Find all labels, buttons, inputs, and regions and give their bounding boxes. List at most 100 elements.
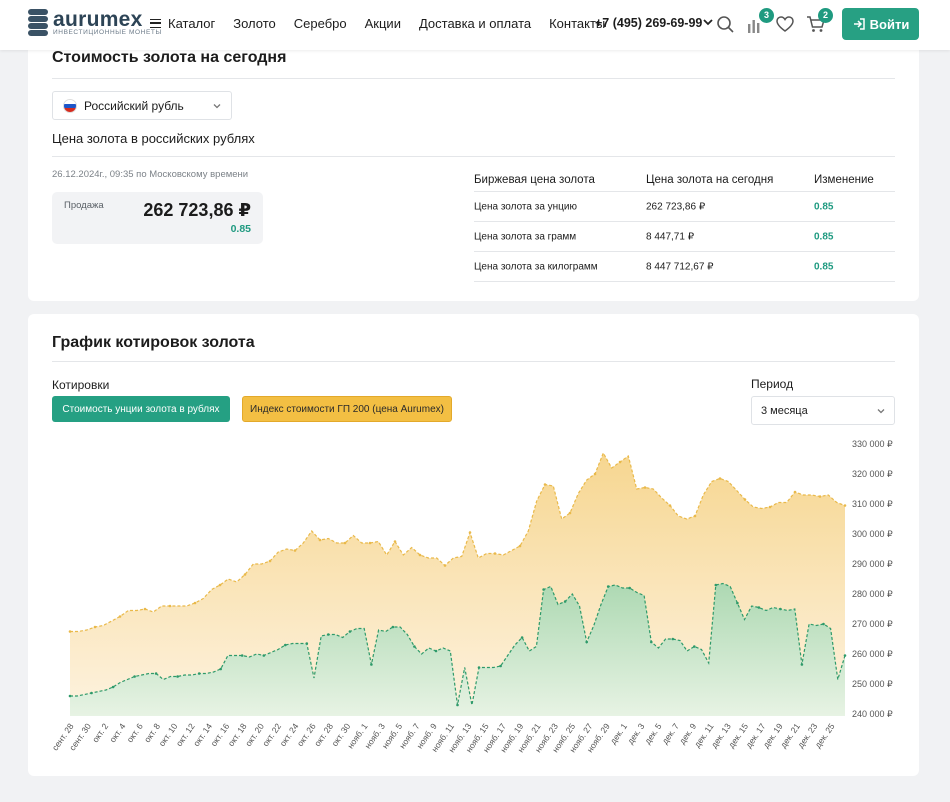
- data-point: [593, 472, 597, 476]
- data-point: [793, 490, 797, 494]
- data-point: [668, 504, 672, 507]
- y-tick-label: 320 000 ₽: [852, 469, 893, 479]
- x-tick-label: дек. 7: [660, 721, 681, 746]
- y-tick-label: 300 000 ₽: [852, 529, 893, 539]
- data-point: [477, 666, 481, 669]
- chevron-down-icon[interactable]: [701, 15, 715, 29]
- sell-change: 0.85: [230, 223, 251, 235]
- compare-count-badge: 3: [759, 8, 774, 23]
- data-point: [193, 601, 197, 605]
- data-point: [418, 553, 422, 557]
- header-exchange-price: Биржевая цена золота: [474, 173, 595, 186]
- x-tick-label: окт. 4: [107, 721, 127, 744]
- data-point: [68, 694, 72, 698]
- data-point: [518, 544, 522, 548]
- data-point: [90, 691, 93, 695]
- data-point: [443, 564, 447, 567]
- russia-flag-icon: [63, 98, 77, 113]
- table-row: Цена золота за килограмм 8 447 712,67 ₽ …: [474, 252, 895, 282]
- data-point: [757, 606, 761, 609]
- data-point: [111, 685, 115, 689]
- gold-price-chart[interactable]: 330 000 ₽ 320 000 ₽ 310 000 ₽ 300 000 ₽ 290 …: [28, 314, 919, 776]
- data-point: [154, 672, 158, 675]
- data-point: [391, 625, 395, 629]
- data-point: [618, 460, 622, 464]
- y-tick-label: 260 000 ₽: [852, 649, 893, 659]
- y-tick-label: 240 000 ₽: [852, 709, 893, 719]
- data-point: [93, 625, 97, 629]
- data-point: [800, 663, 804, 666]
- data-point: [284, 643, 287, 647]
- data-point: [468, 531, 472, 534]
- data-point: [568, 511, 572, 515]
- data-point: [693, 514, 697, 518]
- data-point: [368, 541, 372, 545]
- y-tick-label: 310 000 ₽: [852, 499, 893, 509]
- data-point: [327, 633, 330, 636]
- table-row: Цена золота за унцию 262 723,86 ₽ 0.85: [474, 192, 895, 222]
- logo[interactable]: aurumex ИНВЕСТИЦИОННЫЕ МОНЕТЫ: [28, 9, 162, 37]
- main-nav: Каталог Золото Серебро Акции Доставка и …: [150, 0, 623, 46]
- data-point: [456, 703, 459, 707]
- login-button[interactable]: Войти: [842, 8, 919, 40]
- site-header: aurumex ИНВЕСТИЦИОННЫЕ МОНЕТЫ Каталог Зо…: [0, 0, 950, 50]
- data-point: [779, 607, 782, 611]
- data-point: [243, 573, 247, 576]
- menu-icon: [150, 18, 161, 28]
- data-point: [240, 654, 244, 657]
- data-point: [542, 588, 545, 591]
- logo-tagline: ИНВЕСТИЦИОННЫЕ МОНЕТЫ: [53, 28, 162, 36]
- data-point: [743, 498, 747, 501]
- data-point: [393, 540, 397, 543]
- data-point: [822, 622, 825, 626]
- data-point: [585, 640, 588, 644]
- x-tick-label: дек. 3: [625, 721, 646, 746]
- data-point: [219, 667, 222, 671]
- data-point: [343, 541, 347, 545]
- data-point: [714, 583, 718, 587]
- price-subtitle: Цена золота в российских рублях: [52, 131, 255, 146]
- data-point: [413, 645, 416, 648]
- gold-price-card: Стоимость золота на сегодня Российский р…: [28, 30, 919, 301]
- currency-select[interactable]: Российский рубль: [52, 91, 232, 120]
- data-point: [168, 604, 172, 608]
- data-point: [843, 504, 847, 507]
- x-tick-label: дек. 5: [642, 721, 663, 746]
- table-header-row: Биржевая цена золота Цена золота на сего…: [474, 168, 895, 192]
- data-point: [218, 583, 222, 587]
- divider: [52, 78, 895, 79]
- coins-logo-icon: [28, 9, 48, 37]
- nav-delivery[interactable]: Доставка и оплата: [419, 16, 531, 31]
- data-point: [143, 607, 147, 611]
- data-point: [293, 549, 297, 552]
- data-point: [318, 538, 322, 542]
- login-icon: [853, 18, 865, 30]
- data-point: [650, 640, 653, 644]
- data-point: [818, 495, 822, 498]
- nav-gold[interactable]: Золото: [233, 16, 276, 31]
- data-point: [768, 505, 772, 509]
- data-point: [268, 559, 272, 563]
- cart-count-badge: 2: [818, 8, 833, 23]
- data-point: [262, 654, 266, 657]
- nav-promotions[interactable]: Акции: [365, 16, 401, 31]
- sell-price-box: Продажа 262 723,86 ₽ 0.85: [52, 192, 263, 244]
- heart-icon[interactable]: [774, 13, 796, 35]
- x-tick-label: дек. 1: [608, 721, 629, 746]
- data-point: [493, 552, 497, 555]
- data-point: [305, 642, 309, 645]
- y-tick-label: 270 000 ₽: [852, 619, 893, 629]
- data-point: [736, 601, 739, 605]
- sell-value: 262 723,86 ₽: [143, 200, 251, 220]
- nav-silver[interactable]: Серебро: [294, 16, 347, 31]
- currency-value: Российский рубль: [84, 98, 184, 113]
- nav-catalog[interactable]: Каталог: [150, 16, 215, 31]
- data-point: [718, 477, 722, 480]
- data-point: [118, 615, 122, 618]
- phone-number[interactable]: +7 (495) 269-69-99: [595, 16, 702, 30]
- y-tick-label: 290 000 ₽: [852, 559, 893, 569]
- data-point: [843, 654, 847, 657]
- y-tick-label: 250 000 ₽: [852, 679, 893, 689]
- data-point: [176, 675, 179, 678]
- search-icon[interactable]: [714, 13, 736, 35]
